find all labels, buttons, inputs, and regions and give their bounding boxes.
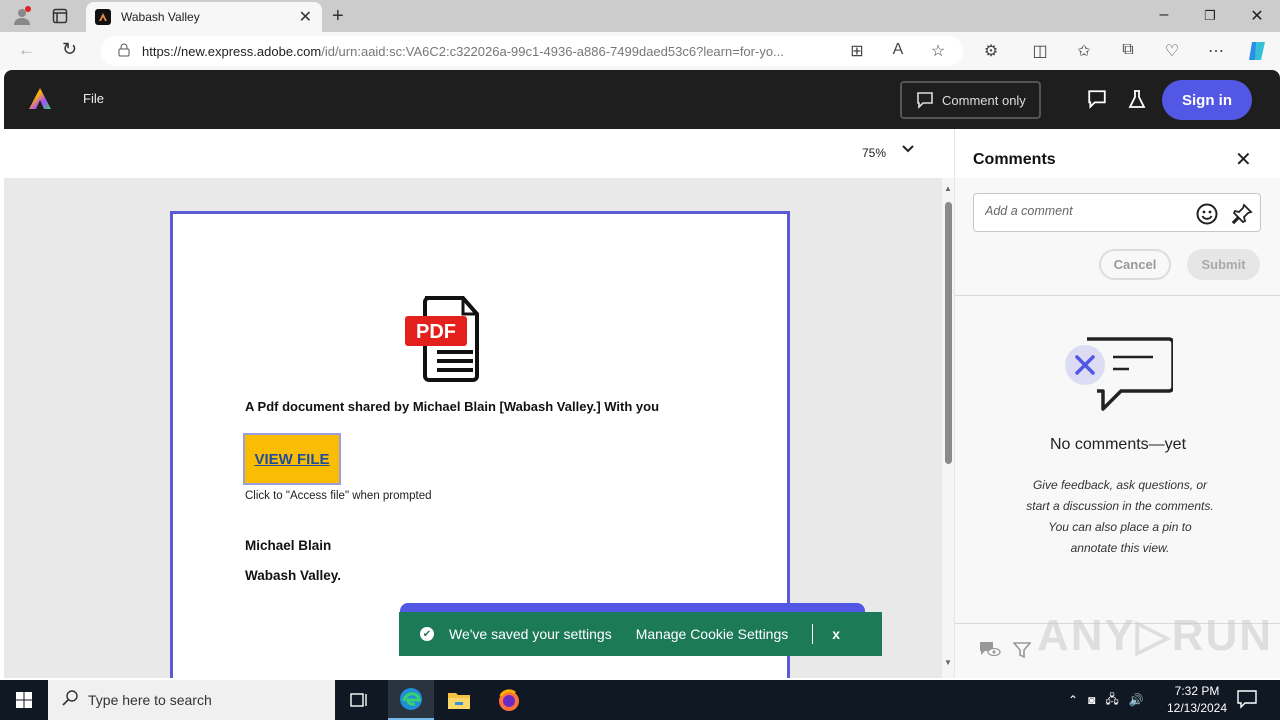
shared-document-text: A Pdf document shared by Michael Blain [… [245,399,660,414]
url-text[interactable]: https://new.express.adobe.com/id/urn:aai… [142,44,832,59]
back-icon[interactable]: ← [18,40,35,60]
zoom-level[interactable]: 75% [862,146,886,160]
no-comments-description: Give feedback, ask questions, or start a… [1026,478,1214,555]
cookie-saved-text: We've saved your settings [449,626,612,642]
scroll-down-arrow-icon[interactable]: ▼ [944,658,952,667]
favorite-star-icon[interactable]: ☆ [927,41,949,61]
address-bar[interactable]: https://new.express.adobe.com/id/urn:aai… [101,36,963,66]
add-comment-field[interactable] [973,193,1261,232]
favorites-icon[interactable]: ✩ [1073,41,1095,61]
windows-taskbar: ⌃ ◙ 🖧 🔊 7:32 PM 12/13/2024 [0,680,1280,720]
no-comments-title: No comments—yet [1049,436,1187,453]
pdf-file-icon: PDF [403,294,493,382]
anyrun-watermark: ANY▷RUN [1037,611,1274,660]
profile-icon[interactable] [12,6,32,31]
clock-time: 7:32 PM [1174,684,1220,698]
tab-actions-icon[interactable] [52,8,68,29]
scrollbar-thumb[interactable] [945,202,952,464]
filter-icon[interactable] [1012,641,1032,664]
comment-icon [917,92,933,109]
comments-divider [955,295,1280,296]
comments-title: Comments [973,151,1056,168]
window-close-icon[interactable]: ✕ [1247,6,1267,26]
emoji-icon[interactable] [1196,203,1218,230]
meet-now-icon[interactable]: ◙ [1088,693,1095,707]
no-comments-illustration [1063,335,1175,420]
split-screen-icon[interactable]: ◫ [1029,41,1051,61]
document-canvas: PDF A Pdf document shared by Michael Bla… [4,178,942,678]
start-button[interactable] [0,680,48,720]
adobe-express-logo[interactable] [28,87,52,111]
read-aloud-icon[interactable]: A [887,41,909,59]
file-menu[interactable]: File [83,91,104,106]
close-comments-icon[interactable]: ✕ [1235,147,1252,172]
extensions-icon[interactable]: ⚙ [980,41,1002,61]
signature-organization: Wabash Valley. [245,568,342,583]
search-icon [62,689,78,711]
refresh-icon[interactable]: ↻ [62,39,77,60]
submit-comment-button[interactable]: Submit [1187,249,1260,280]
beaker-labs-icon[interactable] [1128,89,1146,114]
browser-tab-strip: Wabash Valley ✕ + – ❐ ✕ [0,0,1280,32]
sign-in-button[interactable]: Sign in [1162,80,1252,120]
tab-close-icon[interactable]: ✕ [299,7,312,27]
comments-panel-icon[interactable] [1087,89,1107,114]
taskbar-search-input[interactable] [88,692,308,708]
view-file-button[interactable]: VIEW FILE [243,433,341,485]
minimize-icon[interactable]: – [1154,6,1174,24]
task-view-icon[interactable] [336,680,382,720]
app-available-icon[interactable]: ⊞ [846,41,868,61]
tab-title: Wabash Valley [121,10,200,24]
view-file-label: VIEW FILE [254,450,330,468]
new-tab-icon[interactable]: + [332,5,344,28]
collections-icon[interactable]: ⧉ [1117,41,1139,59]
taskbar-clock[interactable]: 7:32 PM 12/13/2024 [1164,683,1230,717]
firefox-icon[interactable] [486,680,532,720]
network-icon[interactable]: 🖧 [1105,690,1118,711]
check-circle-icon: ✔ [420,627,434,641]
manage-cookie-settings-link[interactable]: Manage Cookie Settings [636,626,789,642]
cookie-banner-close-button[interactable]: x [832,626,840,642]
access-file-note: Click to "Access file" when prompted [245,490,432,502]
browser-essentials-icon[interactable]: ♡ [1161,41,1183,61]
document-scrollbar[interactable]: ▲ ▼ [942,178,954,678]
pin-icon[interactable] [1231,203,1253,230]
system-tray: ⌃ ◙ 🖧 🔊 [1068,680,1144,720]
file-explorer-icon[interactable] [436,680,482,720]
cancel-comment-button[interactable]: Cancel [1099,249,1171,280]
show-hidden-icons-chevron-icon[interactable]: ⌃ [1068,693,1078,707]
adobe-express-favicon [95,9,111,25]
windows-logo-icon [16,692,32,708]
url-path: /id/urn:aaid:sc:VA6C2:c322026a-99c1-4936… [321,43,784,59]
adobe-express-app: File Comment only Sign in 75% PDF A Pdf … [4,70,1280,678]
comment-only-button[interactable]: Comment only [900,81,1041,119]
edge-taskbar-icon[interactable] [388,680,434,720]
browser-tab-active[interactable]: Wabash Valley ✕ [86,2,322,32]
viewer-toolbar: 75% [4,129,954,178]
signature-name: Michael Blain [245,538,332,553]
copilot-icon[interactable] [1246,40,1268,67]
url-domain: https://new.express.adobe.com [142,43,322,59]
comment-only-label: Comment only [942,92,1026,108]
more-menu-icon[interactable]: ⋯ [1205,41,1227,61]
notification-center-icon[interactable] [1236,688,1258,715]
volume-icon[interactable]: 🔊 [1129,693,1144,707]
scroll-up-arrow-icon[interactable]: ▲ [944,184,952,193]
lock-icon[interactable] [118,43,130,60]
add-comment-input[interactable] [985,204,1185,218]
comment-visibility-icon[interactable] [979,641,1001,662]
comments-panel: Comments ✕ Cancel Submit No comments—yet… [954,129,1280,678]
zoom-chevron-down-icon[interactable] [902,143,914,157]
pdf-badge-text: PDF [416,321,456,343]
taskbar-search-box[interactable] [48,680,335,720]
clock-date: 12/13/2024 [1166,701,1228,715]
app-header: File Comment only Sign in [4,70,1280,129]
cookie-banner: ✔ We've saved your settings Manage Cooki… [399,612,882,656]
cookie-banner-divider [812,624,814,644]
restore-icon[interactable]: ❐ [1200,8,1220,24]
